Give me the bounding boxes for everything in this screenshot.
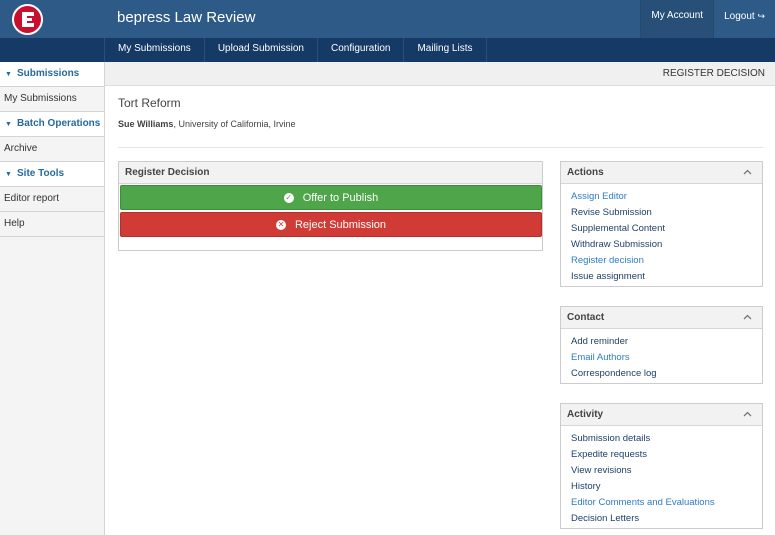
- assign-editor-link[interactable]: Assign Editor: [571, 190, 762, 206]
- logout-icon: ↪: [757, 11, 765, 21]
- caret-down-icon: ▼: [5, 171, 12, 178]
- sidebar-section-batch-operations[interactable]: ▼ Batch Operations: [0, 112, 104, 137]
- withdraw-submission-link[interactable]: Withdraw Submission: [571, 238, 762, 254]
- check-circle-icon: ✓: [283, 192, 294, 203]
- main-nav: My Submissions Upload Submission Configu…: [0, 38, 775, 62]
- actions-heading[interactable]: Actions: [561, 162, 762, 184]
- sidebar-item-archive[interactable]: Archive: [0, 137, 104, 162]
- logo-e-icon: [22, 12, 34, 27]
- contact-heading[interactable]: Contact: [561, 307, 762, 329]
- top-right-links: My Account Logout ↪: [640, 0, 775, 38]
- page-header-strip: REGISTER DECISION: [105, 62, 775, 86]
- author-name: Sue Williams: [118, 119, 174, 129]
- author-affiliation: , University of California, Irvine: [173, 119, 296, 129]
- contact-box: Contact Add reminder Email Authors Corre…: [560, 306, 763, 384]
- chevron-up-icon[interactable]: [743, 313, 752, 322]
- sidebar-section-submissions[interactable]: ▼ Submissions: [0, 62, 104, 87]
- submission-details-link[interactable]: Submission details: [571, 432, 762, 448]
- chevron-up-icon[interactable]: [743, 168, 752, 177]
- caret-down-icon: ▼: [5, 71, 12, 78]
- issue-assignment-link[interactable]: Issue assignment: [571, 270, 762, 286]
- sidebar-item-editor-report[interactable]: Editor report: [0, 187, 104, 212]
- nav-my-submissions[interactable]: My Submissions: [105, 38, 205, 62]
- site-title[interactable]: bepress Law Review: [117, 9, 255, 26]
- expedite-requests-link[interactable]: Expedite requests: [571, 448, 762, 464]
- x-circle-icon: ✕: [275, 219, 286, 230]
- nav-mailing-lists[interactable]: Mailing Lists: [404, 38, 487, 62]
- activity-heading[interactable]: Activity: [561, 404, 762, 426]
- logo[interactable]: [12, 4, 43, 35]
- supplemental-content-link[interactable]: Supplemental Content: [571, 222, 762, 238]
- sidebar-section-label: Site Tools: [17, 168, 65, 179]
- top-header: bepress Law Review My Account Logout ↪: [0, 0, 775, 38]
- history-link[interactable]: History: [571, 480, 762, 496]
- email-authors-link[interactable]: Email Authors: [571, 351, 762, 367]
- activity-heading-label: Activity: [567, 409, 604, 420]
- sidebar-section-label: Batch Operations: [17, 118, 101, 129]
- page-strip-label: REGISTER DECISION: [662, 68, 765, 79]
- actions-heading-label: Actions: [567, 167, 604, 178]
- register-decision-link[interactable]: Register decision: [571, 254, 762, 270]
- caret-down-icon: ▼: [5, 121, 12, 128]
- offer-to-publish-label: Offer to Publish: [302, 191, 379, 204]
- logout-link[interactable]: Logout ↪: [713, 0, 775, 38]
- nav-upload-submission[interactable]: Upload Submission: [205, 38, 318, 62]
- sidebar: ▼ Submissions My Submissions ▼ Batch Opera…: [0, 62, 105, 535]
- revise-submission-link[interactable]: Revise Submission: [571, 206, 762, 222]
- contact-heading-label: Contact: [567, 312, 605, 323]
- decision-letters-link[interactable]: Decision Letters: [571, 512, 762, 528]
- editor-comments-link[interactable]: Editor Comments and Evaluations: [571, 496, 762, 512]
- author-line: Sue Williams, University of California, …: [118, 119, 295, 129]
- activity-box: Activity Submission details Expedite req…: [560, 403, 763, 529]
- reject-submission-label: Reject Submission: [294, 218, 387, 231]
- sidebar-section-site-tools[interactable]: ▼ Site Tools: [0, 162, 104, 187]
- sidebar-section-label: Submissions: [17, 68, 80, 79]
- my-account-link[interactable]: My Account: [640, 0, 714, 38]
- chevron-up-icon[interactable]: [743, 410, 752, 419]
- view-revisions-link[interactable]: View revisions: [571, 464, 762, 480]
- register-decision-heading: Register Decision: [119, 162, 542, 184]
- actions-box: Actions Assign Editor Revise Submission …: [560, 161, 763, 287]
- sidebar-item-my-submissions[interactable]: My Submissions: [0, 87, 104, 112]
- offer-to-publish-button[interactable]: ✓ Offer to Publish: [120, 185, 542, 210]
- reject-submission-button[interactable]: ✕ Reject Submission: [120, 212, 542, 237]
- correspondence-log-link[interactable]: Correspondence log: [571, 367, 762, 383]
- sidebar-item-help[interactable]: Help: [0, 212, 104, 237]
- logout-label: Logout: [724, 11, 755, 22]
- nav-configuration[interactable]: Configuration: [318, 38, 405, 62]
- register-decision-panel: Register Decision ✓ Offer to Publish ✕ R…: [118, 161, 543, 251]
- page-title: Tort Reform: [118, 96, 181, 110]
- add-reminder-link[interactable]: Add reminder: [571, 335, 762, 351]
- logo-area: [0, 0, 105, 38]
- divider: [118, 147, 763, 148]
